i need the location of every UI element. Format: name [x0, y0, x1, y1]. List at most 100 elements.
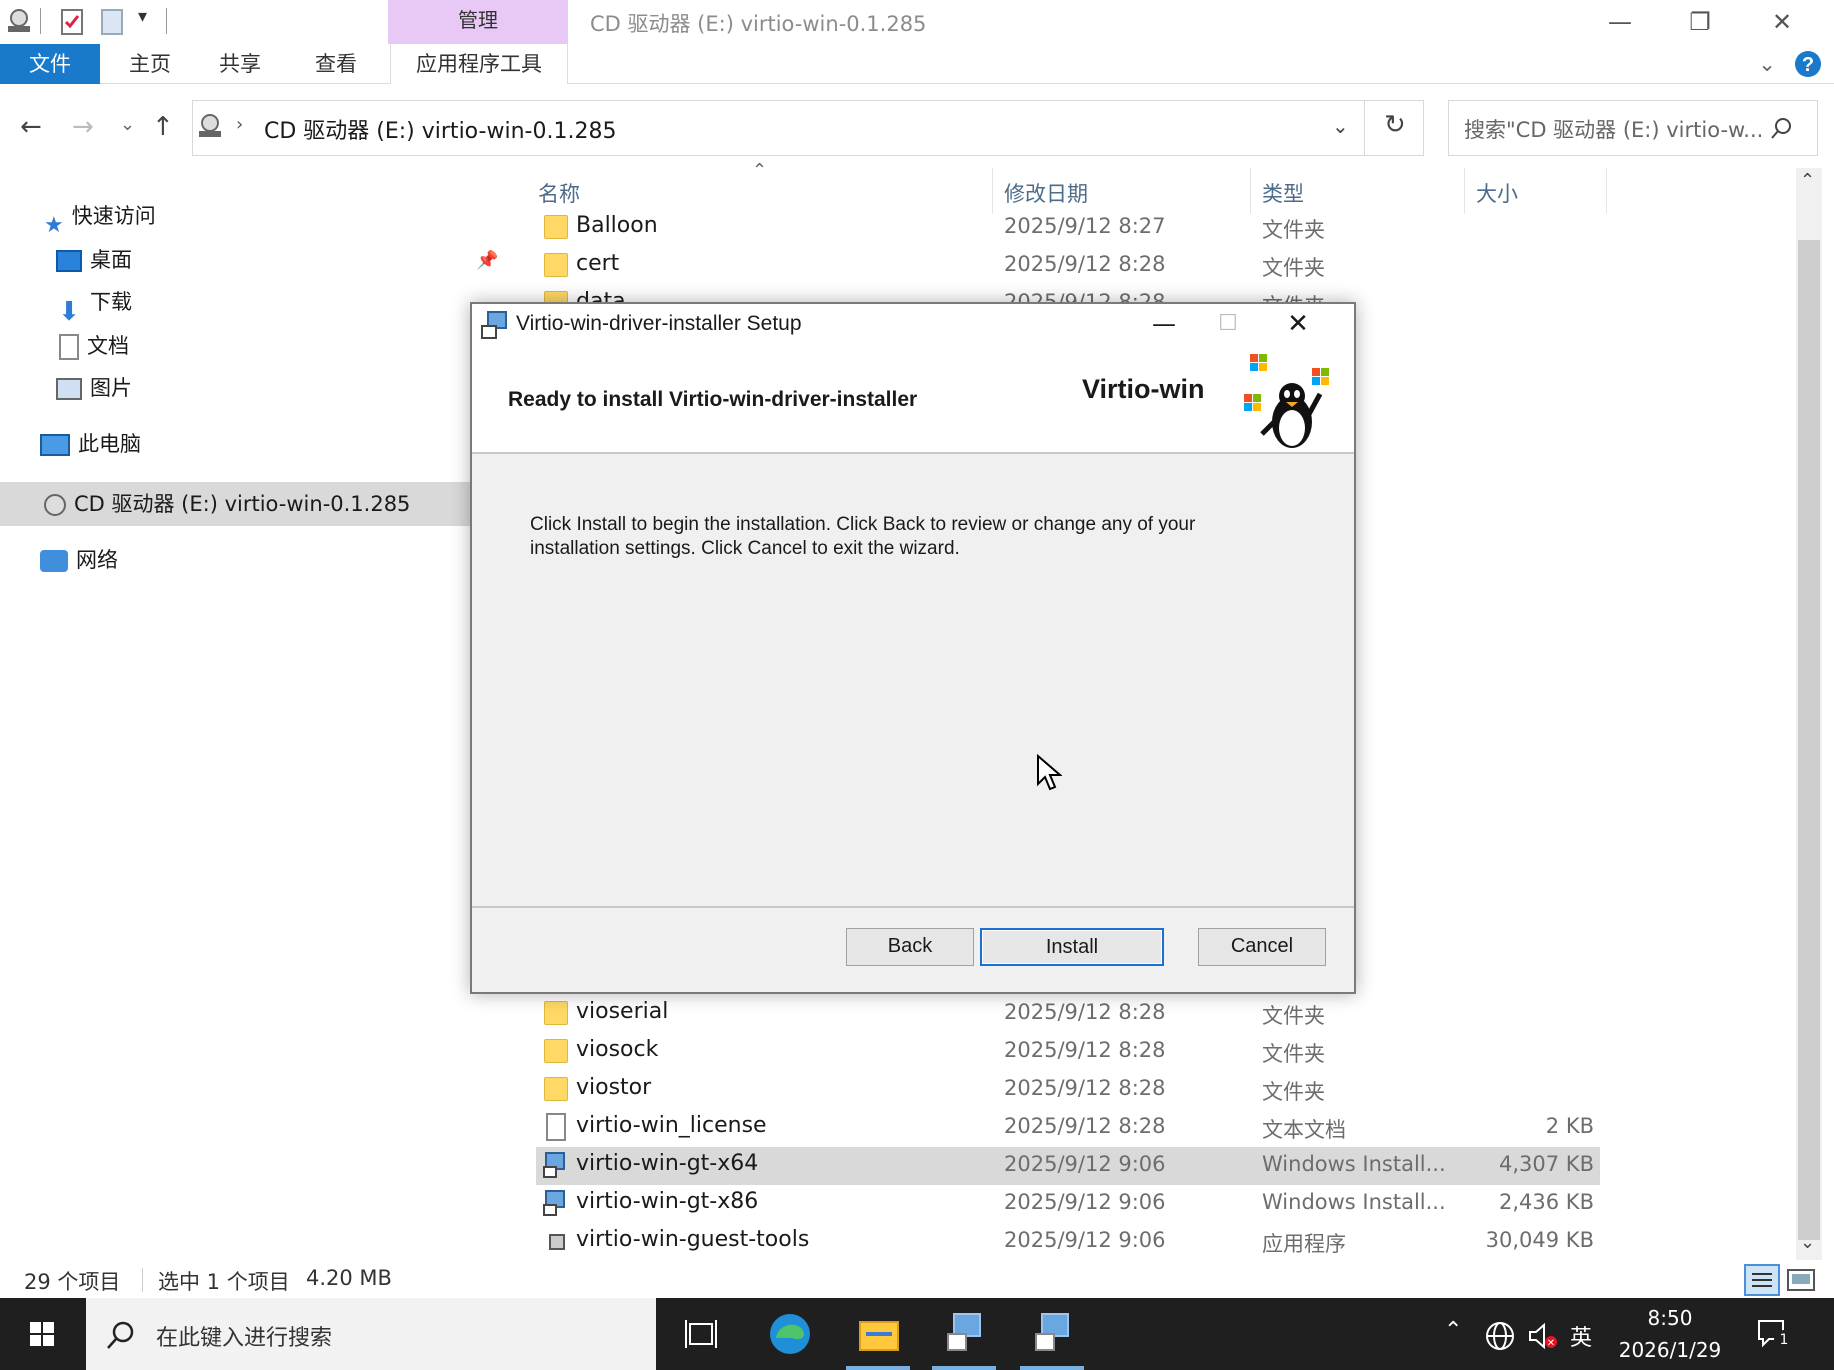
windows-start-icon[interactable]	[0, 1298, 86, 1370]
new-folder-icon[interactable]	[100, 8, 126, 36]
application-icon	[549, 1234, 565, 1250]
taskbar-installer-1[interactable]	[922, 1298, 1006, 1370]
setup-dialog: Virtio-win-driver-installer Setup — ☐ ✕ …	[470, 302, 1356, 994]
clock-date[interactable]: 2026/1/29	[1600, 1338, 1740, 1362]
taskbar-file-explorer[interactable]	[836, 1298, 920, 1370]
tab-home[interactable]: 主页	[110, 44, 190, 84]
search-placeholder[interactable]: 搜索"CD 驱动器 (E:) virtio-w...	[1464, 114, 1763, 144]
file-row[interactable]: virtio-win-gt-x86 2025/9/12 9:06 Windows…	[536, 1185, 1600, 1223]
nav-network[interactable]: 网络	[40, 540, 118, 580]
star-icon: ★	[44, 213, 64, 238]
network-globe-icon[interactable]	[1484, 1320, 1516, 1352]
column-header-type[interactable]: 类型	[1262, 178, 1304, 208]
file-explorer-icon	[859, 1321, 899, 1351]
back-icon[interactable]: ←	[20, 112, 42, 142]
selection-count: 选中 1 个项目	[158, 1270, 290, 1294]
install-button[interactable]: Install	[980, 928, 1164, 966]
notification-center-button[interactable]: 1	[1752, 1314, 1796, 1354]
folder-icon	[544, 1001, 568, 1025]
scrollbar-thumb[interactable]	[1798, 240, 1820, 1240]
cd-drive-icon	[44, 494, 66, 516]
manage-context-tab[interactable]: 管理	[388, 0, 568, 44]
nav-desktop[interactable]: 桌面	[56, 240, 132, 280]
nav-pictures[interactable]: 图片	[56, 368, 132, 408]
help-icon[interactable]: ?	[1794, 50, 1822, 78]
tab-file[interactable]: 文件	[0, 44, 100, 84]
windows-installer-icon	[543, 1190, 565, 1216]
file-row[interactable]: Balloon 2025/9/12 8:27 文件夹	[536, 209, 1600, 247]
dialog-body-line-1: Click Install to begin the installation.…	[530, 514, 1196, 535]
dialog-maximize-button[interactable]: ☐	[1200, 306, 1256, 342]
nav-cd-drive[interactable]: CD 驱动器 (E:) virtio-win-0.1.285	[44, 484, 410, 524]
picture-icon	[56, 378, 82, 400]
notification-count-badge: 1	[1774, 1330, 1794, 1350]
tab-view[interactable]: 查看	[296, 44, 376, 84]
clock-time[interactable]: 8:50	[1600, 1306, 1740, 1330]
breadcrumb-separator-icon[interactable]: ›	[236, 114, 243, 135]
address-dropdown-icon[interactable]: ⌄	[1332, 114, 1349, 138]
ime-indicator[interactable]: 英	[1570, 1320, 1592, 1352]
mouse-cursor-icon	[1037, 754, 1062, 791]
back-button[interactable]: Back	[846, 928, 974, 966]
refresh-icon[interactable]: ↻	[1384, 110, 1406, 140]
nav-downloads[interactable]: ⬇ 下载	[56, 282, 132, 327]
cancel-button[interactable]: Cancel	[1198, 928, 1326, 966]
status-bar: 29 个项目 选中 1 个项目 4.20 MB	[0, 1262, 1834, 1298]
up-icon[interactable]: ↑	[152, 112, 174, 142]
tab-application-tools[interactable]: 应用程序工具	[390, 44, 568, 84]
expand-ribbon-icon[interactable]: ⌄	[1752, 44, 1782, 84]
minimize-button[interactable]: —	[1590, 4, 1650, 40]
close-button[interactable]: ✕	[1752, 4, 1812, 40]
nav-documents[interactable]: 文档	[56, 326, 129, 366]
tab-share[interactable]: 共享	[200, 44, 280, 84]
scroll-down-icon[interactable]: ⌄	[1800, 1232, 1815, 1253]
dialog-heading: Ready to install Virtio-win-driver-insta…	[508, 388, 918, 411]
window-title: CD 驱动器 (E:) virtio-win-0.1.285	[590, 12, 927, 36]
column-header-size[interactable]: 大小	[1476, 178, 1518, 208]
document-icon	[59, 334, 79, 360]
edge-browser-icon	[770, 1314, 810, 1354]
cd-drive-icon	[199, 114, 221, 137]
svg-text:✕: ✕	[1547, 1338, 1555, 1349]
forward-icon[interactable]: →	[72, 112, 94, 142]
file-row-selected[interactable]: virtio-win-gt-x64 2025/9/12 9:06 Windows…	[536, 1147, 1600, 1185]
search-icon[interactable]	[1770, 116, 1794, 140]
windows-installer-icon	[543, 1152, 565, 1178]
file-row[interactable]: cert 2025/9/12 8:28 文件夹	[536, 247, 1600, 285]
details-view-icon[interactable]	[1744, 1264, 1780, 1296]
customize-quick-access-icon[interactable]: ▾	[138, 6, 147, 27]
nav-this-pc[interactable]: 此电脑	[40, 424, 141, 464]
recent-locations-icon[interactable]: ⌄	[120, 114, 135, 135]
taskbar-installer-2[interactable]	[1010, 1298, 1094, 1370]
taskbar-search-placeholder: 在此键入进行搜索	[156, 1326, 333, 1351]
text-document-icon	[546, 1113, 566, 1141]
nav-quick-access[interactable]: ★ 快速访问	[44, 196, 156, 238]
file-row[interactable]: viosock 2025/9/12 8:28 文件夹	[536, 1033, 1600, 1071]
windows-installer-icon	[947, 1313, 981, 1351]
file-row[interactable]: viostor 2025/9/12 8:28 文件夹	[536, 1071, 1600, 1109]
file-row[interactable]: vioserial 2025/9/12 8:28 文件夹	[536, 995, 1600, 1033]
folder-icon	[544, 1039, 568, 1063]
folder-icon	[544, 253, 568, 277]
address-path[interactable]: CD 驱动器 (E:) virtio-win-0.1.285	[264, 113, 616, 145]
volume-muted-icon[interactable]: ✕	[1526, 1320, 1558, 1352]
large-icons-view-icon[interactable]	[1786, 1266, 1816, 1294]
dialog-minimize-button[interactable]: —	[1136, 306, 1192, 342]
ribbon: 文件 主页 共享 查看 应用程序工具 ⌄ ?	[0, 44, 1834, 84]
cd-drive-icon	[8, 9, 30, 32]
task-view-button[interactable]	[658, 1298, 742, 1370]
properties-icon[interactable]	[60, 8, 86, 36]
file-row[interactable]: virtio-win-guest-tools 2025/9/12 9:06 应用…	[536, 1223, 1600, 1261]
taskbar-search-box[interactable]: 在此键入进行搜索	[86, 1298, 656, 1370]
taskbar-edge[interactable]	[748, 1298, 832, 1370]
file-row[interactable]: virtio-win_license 2025/9/12 8:28 文本文档 2…	[536, 1109, 1600, 1147]
column-header-name[interactable]: 名称	[538, 178, 580, 208]
column-header-date[interactable]: 修改日期	[1004, 178, 1088, 208]
selection-size: 4.20 MB	[306, 1266, 392, 1290]
pin-icon[interactable]: 📌	[476, 250, 498, 271]
restore-button[interactable]: ❐	[1670, 4, 1730, 40]
dialog-close-button[interactable]: ✕	[1270, 306, 1326, 342]
dialog-body-line-2: installation settings. Click Cancel to e…	[530, 538, 960, 559]
scroll-up-icon[interactable]: ⌃	[1800, 170, 1815, 191]
show-hidden-icons-icon[interactable]: ⌃	[1444, 1318, 1462, 1343]
